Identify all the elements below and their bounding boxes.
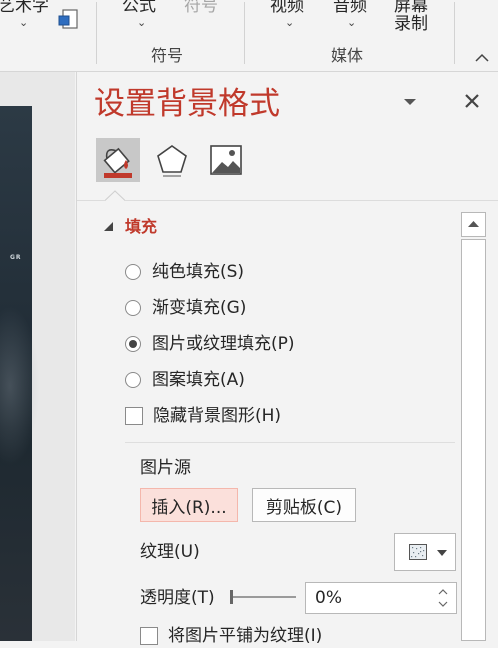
option-picture-texture-fill[interactable]: 图片或纹理填充(P) xyxy=(125,332,295,356)
pane-options-icon[interactable] xyxy=(403,97,417,107)
slide-text: GR xyxy=(10,254,22,261)
pentagon-icon xyxy=(157,145,187,177)
slider-track xyxy=(232,596,296,598)
close-icon[interactable] xyxy=(463,92,481,110)
transparency-label: 透明度(T) xyxy=(140,588,215,608)
slide-thumbnail[interactable]: GR xyxy=(0,106,40,641)
clipboard-button[interactable]: 剪贴板(C) xyxy=(252,488,356,522)
spin-down-icon[interactable] xyxy=(438,600,448,608)
screen-recording-label-line2[interactable]: 录制 xyxy=(394,14,428,34)
chevron-down-icon[interactable]: ⌄ xyxy=(137,17,146,29)
transparency-value[interactable]: 0% xyxy=(315,587,342,609)
insert-button[interactable]: 插入(R)... xyxy=(140,488,238,522)
tab-pointer-icon xyxy=(105,190,125,201)
option-tile-picture[interactable]: 将图片平铺为纹理(I) xyxy=(140,624,322,648)
option-label: 图案填充(A) xyxy=(152,370,245,390)
dropdown-arrow-icon xyxy=(437,550,447,556)
radio-button[interactable] xyxy=(125,300,141,316)
slide-glow xyxy=(0,306,40,466)
ribbon-separator xyxy=(454,2,455,64)
chevron-down-icon[interactable]: ⌄ xyxy=(19,17,28,29)
group-label-symbols: 符号 xyxy=(151,46,184,65)
slider-thumb[interactable] xyxy=(230,590,233,604)
transparency-slider[interactable] xyxy=(230,588,296,606)
option-solid-fill[interactable]: 纯色填充(S) xyxy=(125,260,244,284)
section-divider xyxy=(125,442,455,443)
texture-swatch-icon xyxy=(409,544,427,560)
radio-button-selected[interactable] xyxy=(125,336,141,352)
option-label: 隐藏背景图形(H) xyxy=(153,406,282,426)
chevron-down-icon[interactable]: ⌄ xyxy=(347,17,356,29)
collapse-ribbon-icon[interactable] xyxy=(474,52,490,64)
option-label: 渐变填充(G) xyxy=(152,298,247,318)
option-hide-background-graphics[interactable]: 隐藏背景图形(H) xyxy=(125,404,281,428)
radio-button[interactable] xyxy=(125,372,141,388)
option-label: 纯色填充(S) xyxy=(152,262,245,282)
texture-label: 纹理(U) xyxy=(140,542,200,562)
radio-button[interactable] xyxy=(125,264,141,280)
video-button-label[interactable]: 视频 xyxy=(270,0,304,16)
collapse-triangle-icon[interactable] xyxy=(104,222,113,231)
formula-button-label[interactable]: 公式 xyxy=(122,0,156,16)
symbol-button-label[interactable]: 符号 xyxy=(184,0,218,16)
wordart-button-label[interactable]: 艺术字 xyxy=(0,0,49,16)
scroll-up-button[interactable] xyxy=(461,212,486,237)
pane-title: 设置背景格式 xyxy=(94,86,280,122)
option-pattern-fill[interactable]: 图案填充(A) xyxy=(125,368,245,392)
option-gradient-fill[interactable]: 渐变填充(G) xyxy=(125,296,246,320)
scroll-thumb[interactable] xyxy=(461,239,486,641)
tab-fill-line[interactable] xyxy=(96,138,140,182)
checkbox[interactable] xyxy=(140,627,158,645)
section-fill-title[interactable]: 填充 xyxy=(125,217,157,237)
ribbon: 艺术字 ⌄ 公式 ⌄ 符号 符号 视频 ⌄ 音频 ⌄ 屏幕 录制 媒体 xyxy=(0,0,498,72)
ribbon-separator xyxy=(96,2,97,64)
chevron-down-icon[interactable]: ⌄ xyxy=(285,17,294,29)
tab-underline xyxy=(77,200,498,201)
vertical-scrollbar[interactable] xyxy=(461,212,486,641)
tab-picture[interactable] xyxy=(204,138,248,182)
group-label-media: 媒体 xyxy=(331,46,364,65)
audio-button-label[interactable]: 音频 xyxy=(333,0,367,16)
spin-up-icon[interactable] xyxy=(438,588,448,596)
ribbon-separator xyxy=(244,2,245,64)
tab-effects[interactable] xyxy=(150,138,194,182)
option-label: 图片或纹理填充(P) xyxy=(152,334,295,354)
transparency-spinbox[interactable]: 0% xyxy=(305,582,457,614)
texture-dropdown[interactable] xyxy=(394,533,456,571)
paint-bucket-icon xyxy=(103,147,132,178)
option-label: 将图片平铺为纹理(I) xyxy=(168,626,323,646)
picture-icon xyxy=(210,145,242,175)
object-icon[interactable] xyxy=(57,7,79,31)
picture-source-label: 图片源 xyxy=(140,458,191,478)
format-background-pane: 设置背景格式 填充 纯色填充(S) 渐变填充(G) 图片或纹理填充(P) 图案填… xyxy=(77,72,498,646)
scroll-up-icon xyxy=(468,221,479,227)
checkbox[interactable] xyxy=(125,407,143,425)
